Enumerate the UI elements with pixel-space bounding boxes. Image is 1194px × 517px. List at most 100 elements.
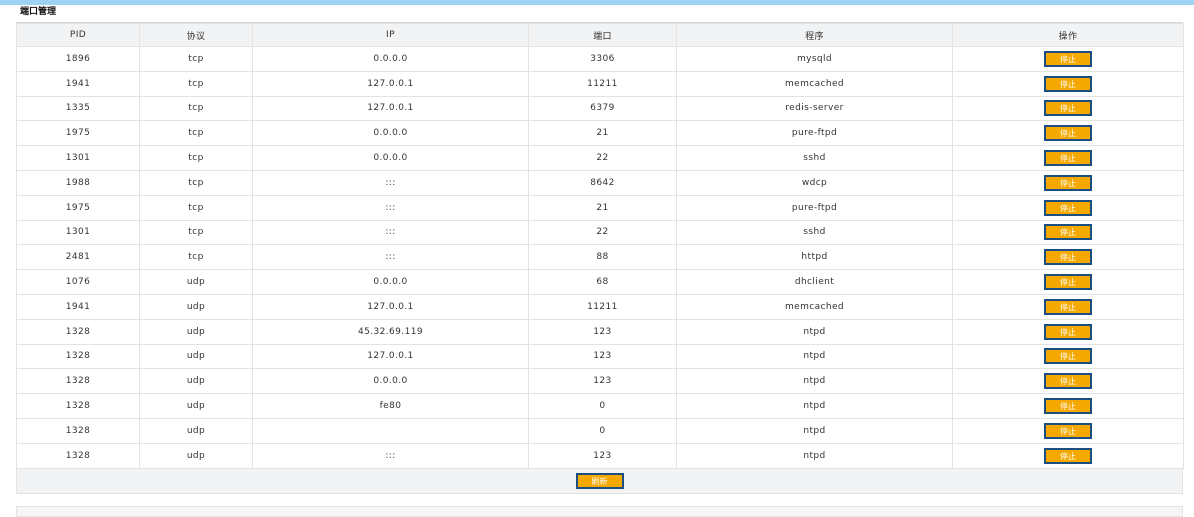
cell-pid: 1328 <box>16 417 140 444</box>
column-header-port[interactable]: 端口 <box>528 23 677 47</box>
cell-ip: 127.0.0.1 <box>252 95 529 122</box>
cell-protocol: tcp <box>139 194 253 221</box>
cell-ip: 0.0.0.0 <box>252 145 529 171</box>
stop-button[interactable]: 停止 <box>1044 199 1092 216</box>
cell-port: 11211 <box>528 293 677 320</box>
cell-program: sshd <box>676 145 953 171</box>
stop-button[interactable]: 停止 <box>1044 274 1092 291</box>
cell-program: ntpd <box>676 417 953 444</box>
cell-action: 停止 <box>952 417 1184 444</box>
column-header-pid[interactable]: PID <box>16 23 140 47</box>
cell-action: 停止 <box>952 169 1184 196</box>
cell-program: ntpd <box>676 442 953 469</box>
cell-program: ntpd <box>676 318 953 345</box>
cell-program: dhclient <box>676 269 953 295</box>
stop-button[interactable]: 停止 <box>1044 422 1092 439</box>
cell-ip: 0.0.0.0 <box>252 120 529 147</box>
cell-ip: ::: <box>252 244 529 271</box>
cell-protocol: udp <box>139 417 253 444</box>
cell-pid: 1328 <box>16 442 140 469</box>
cell-port: 22 <box>528 219 677 246</box>
cell-protocol: tcp <box>139 169 253 196</box>
cell-pid: 1975 <box>16 194 140 221</box>
table-row: 1896 tcp 0.0.0.0 3306 mysqld 停止 <box>16 46 1184 72</box>
cell-ip: 0.0.0.0 <box>252 46 529 72</box>
cell-pid: 1328 <box>16 318 140 345</box>
cell-action: 停止 <box>952 46 1184 72</box>
cell-port: 0 <box>528 417 677 444</box>
stop-button[interactable]: 停止 <box>1044 447 1092 464</box>
cell-ip: ::: <box>252 219 529 246</box>
table-row: 1328 udp 0 ntpd 停止 <box>16 417 1184 444</box>
cell-protocol: udp <box>139 368 253 395</box>
stop-button[interactable]: 停止 <box>1044 50 1092 67</box>
table-row: 1328 udp::: 123 ntpd 停止 <box>16 442 1184 469</box>
stop-button[interactable]: 停止 <box>1044 75 1092 92</box>
stop-button[interactable]: 停止 <box>1044 125 1092 142</box>
cell-port: 123 <box>528 318 677 345</box>
cell-protocol: udp <box>139 442 253 469</box>
cell-action: 停止 <box>952 269 1184 295</box>
cell-protocol: udp <box>139 293 253 320</box>
refresh-button[interactable]: 刷新 <box>575 473 624 490</box>
cell-action: 停止 <box>952 70 1184 97</box>
column-header-ip[interactable]: IP <box>252 23 529 47</box>
cell-pid: 1076 <box>16 269 140 295</box>
cell-action: 停止 <box>952 393 1184 419</box>
cell-ip: 127.0.0.1 <box>252 70 529 97</box>
cell-program: httpd <box>676 244 953 271</box>
table-row: 1335 tcp 127.0.0.1 6379 redis-server 停止 <box>16 95 1184 122</box>
stop-button[interactable]: 停止 <box>1044 348 1092 365</box>
table-row: 1975 tcp 0.0.0.0 21 pure-ftpd 停止 <box>16 120 1184 147</box>
cell-port: 0 <box>528 393 677 419</box>
cell-protocol: tcp <box>139 95 253 122</box>
cell-protocol: udp <box>139 393 253 419</box>
port-management-panel: 端口管理 PID 协议 IP 端口 程序 操作 1896 tcp 0.0.0.0 33… <box>16 5 1184 494</box>
table-row: 1328 udp 45.32.69.119 123 ntpd 停止 <box>16 318 1184 345</box>
ports-table: PID 协议 IP 端口 程序 操作 1896 tcp 0.0.0.0 3306 mys… <box>16 23 1184 469</box>
stop-button[interactable]: 停止 <box>1044 100 1092 117</box>
table-row: 1076 udp 0.0.0.0 68 dhclient 停止 <box>16 269 1184 295</box>
table-row: 1328 udp 0.0.0.0 123 ntpd 停止 <box>16 368 1184 395</box>
stop-button[interactable]: 停止 <box>1044 249 1092 266</box>
cell-program: pure-ftpd <box>676 120 953 147</box>
stop-button[interactable]: 停止 <box>1044 298 1092 315</box>
stop-button[interactable]: 停止 <box>1044 150 1092 167</box>
cell-port: 88 <box>528 244 677 271</box>
cell-ip <box>252 417 529 444</box>
cell-action: 停止 <box>952 368 1184 395</box>
cell-action: 停止 <box>952 318 1184 345</box>
cell-protocol: udp <box>139 269 253 295</box>
cell-action: 停止 <box>952 343 1184 370</box>
panel-title: 端口管理 <box>16 5 1183 23</box>
cell-port: 22 <box>528 145 677 171</box>
stop-button[interactable]: 停止 <box>1044 224 1092 241</box>
cell-protocol: udp <box>139 343 253 370</box>
cell-pid: 1301 <box>16 145 140 171</box>
cell-protocol: tcp <box>139 70 253 97</box>
cell-protocol: tcp <box>139 219 253 246</box>
table-header-row: PID 协议 IP 端口 程序 操作 <box>16 23 1184 47</box>
cell-ip: 0.0.0.0 <box>252 269 529 295</box>
column-header-program[interactable]: 程序 <box>676 23 953 47</box>
column-header-protocol[interactable]: 协议 <box>139 23 253 47</box>
stop-button[interactable]: 停止 <box>1044 174 1092 191</box>
stop-button[interactable]: 停止 <box>1044 323 1092 340</box>
cell-program: ntpd <box>676 393 953 419</box>
cell-port: 123 <box>528 368 677 395</box>
table-footer: 刷新 <box>16 468 1183 494</box>
cell-protocol: udp <box>139 318 253 345</box>
cell-action: 停止 <box>952 244 1184 271</box>
ports-table-body: 1896 tcp 0.0.0.0 3306 mysqld 停止 1941 tcp 127.0.0… <box>16 46 1184 469</box>
cell-pid: 1335 <box>16 95 140 122</box>
cell-protocol: tcp <box>139 244 253 271</box>
stop-button[interactable]: 停止 <box>1044 398 1092 415</box>
cell-pid: 1328 <box>16 343 140 370</box>
cell-program: pure-ftpd <box>676 194 953 221</box>
cell-ip: ::: <box>252 194 529 221</box>
cell-pid: 1941 <box>16 293 140 320</box>
stop-button[interactable]: 停止 <box>1044 373 1092 390</box>
cell-program: ntpd <box>676 368 953 395</box>
cell-action: 停止 <box>952 219 1184 246</box>
cell-protocol: tcp <box>139 145 253 171</box>
